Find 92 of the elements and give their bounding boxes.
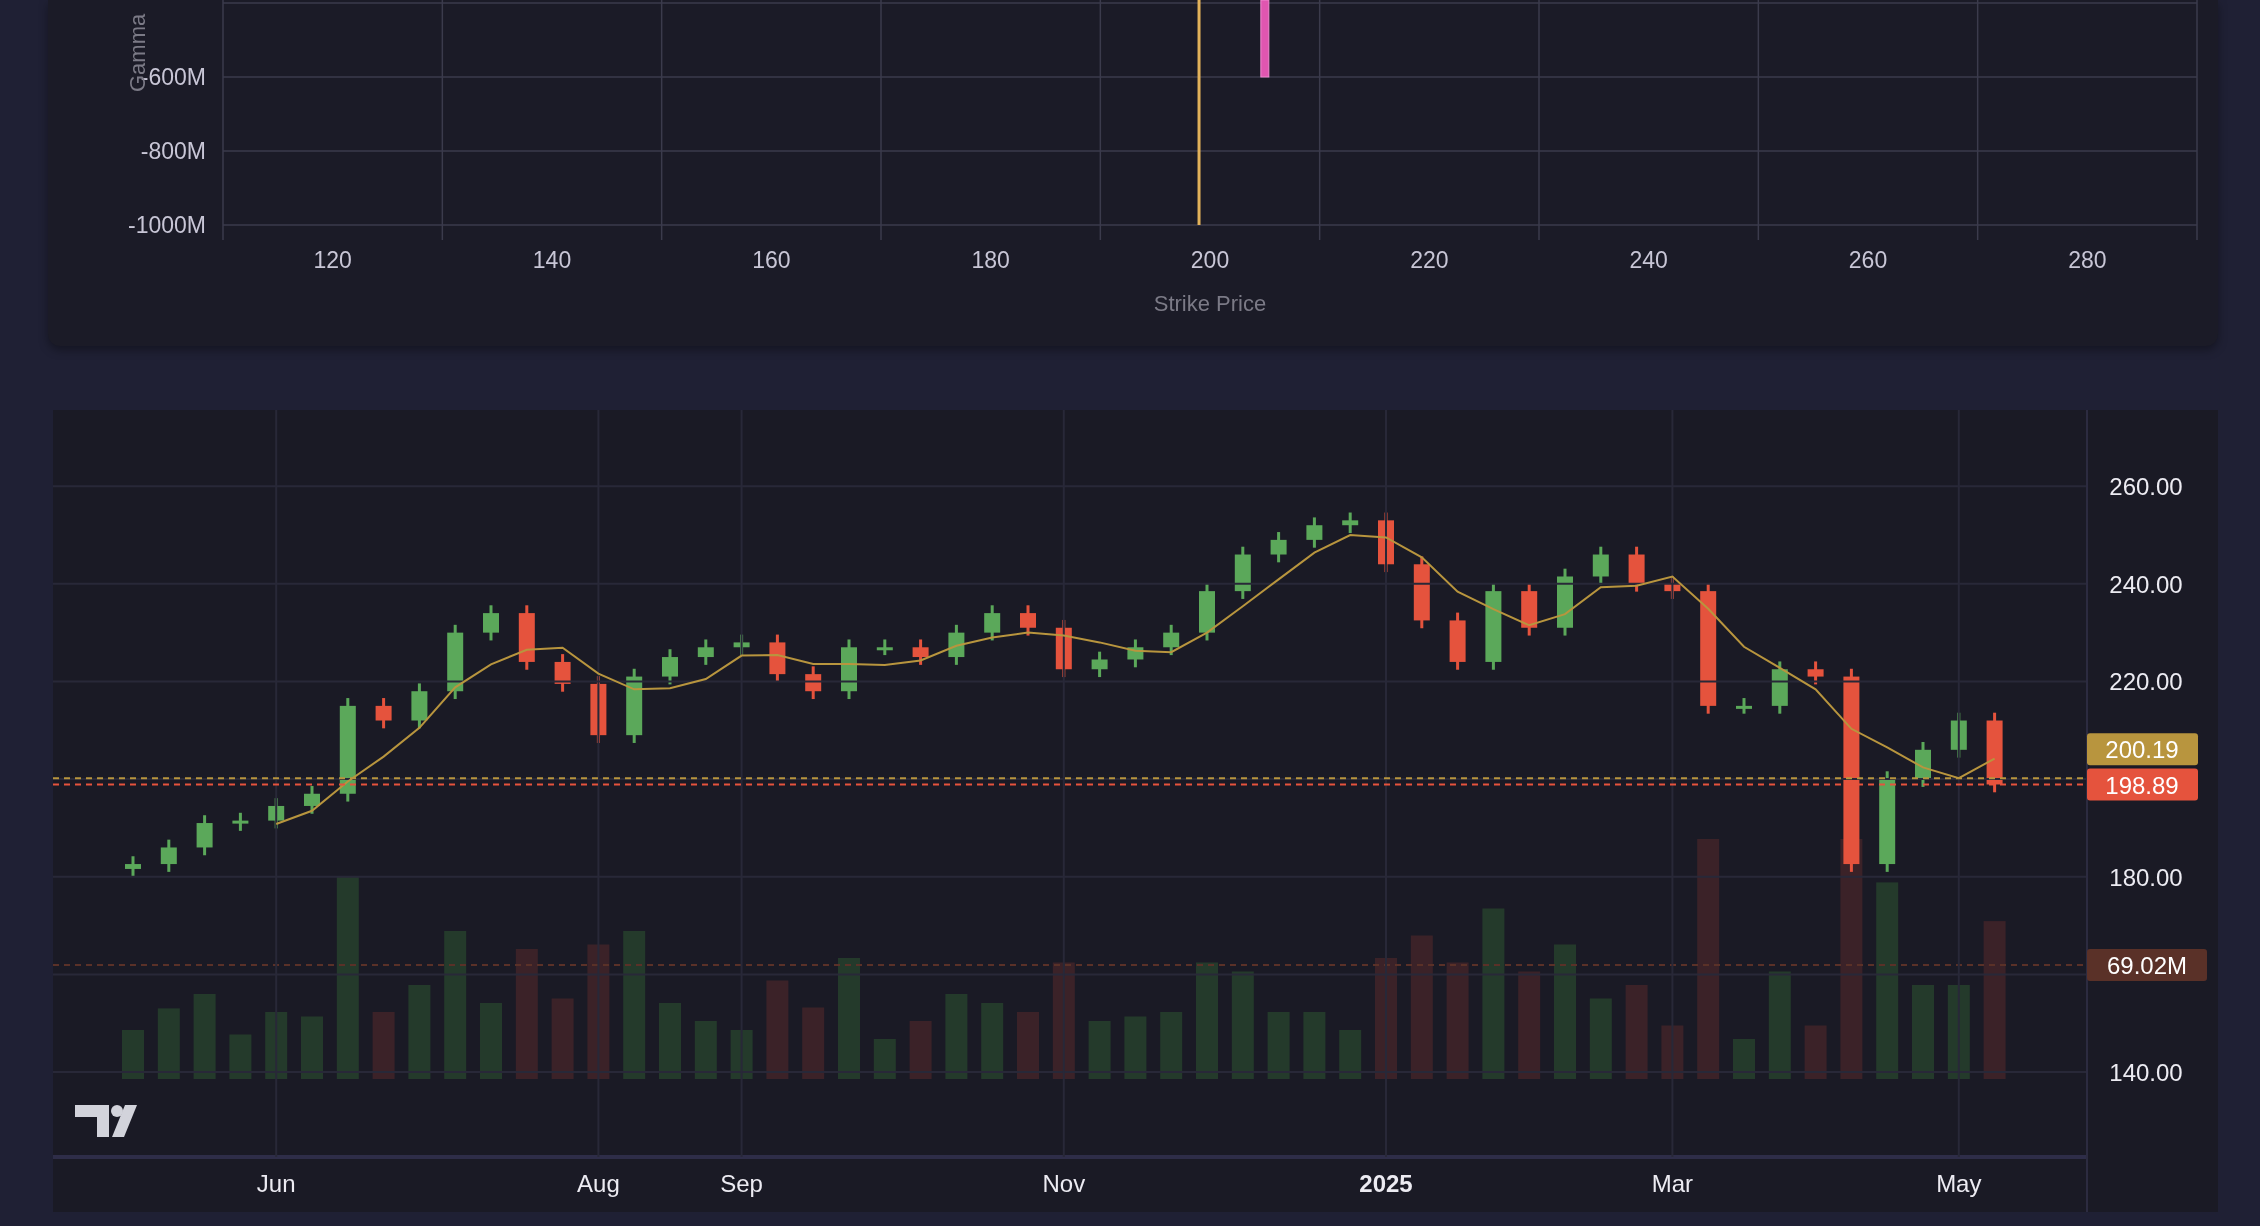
time-axis-label: Jun — [256, 1170, 296, 1197]
candlestick — [1127, 639, 1144, 668]
candlestick — [1915, 742, 1931, 787]
candlestick — [769, 634, 786, 682]
candlestick — [1807, 661, 1824, 685]
axis-tick-label: 160 — [752, 247, 791, 273]
axis-tick-label: 140 — [532, 247, 572, 273]
candlestick — [196, 815, 213, 856]
candlestick — [1521, 583, 1538, 636]
price-axis-label: 220.00 — [2109, 668, 2183, 696]
candlestick — [518, 605, 535, 670]
volume-tag: 69.02M — [2087, 949, 2207, 981]
price-axis-label: 140.00 — [2109, 1059, 2183, 1087]
volume-bar — [1339, 1030, 1362, 1079]
time-axis-label: May — [1936, 1170, 1982, 1197]
candlestick — [984, 605, 1001, 641]
price-axis-label: 240.00 — [2109, 570, 2183, 598]
volume-bar — [372, 1012, 395, 1079]
candlestick — [1557, 568, 1573, 636]
candlestick — [805, 666, 822, 700]
candlestick — [1055, 619, 1072, 678]
candlestick — [733, 634, 750, 656]
time-axis-label: Aug — [577, 1170, 620, 1197]
candlestick — [1091, 651, 1108, 678]
volume-bar — [1124, 1016, 1147, 1079]
candlestick — [1736, 698, 1752, 714]
candlestick — [1378, 512, 1394, 573]
ref-line-label: 200.19 — [2105, 736, 2179, 764]
volume-bar — [1017, 1012, 1039, 1079]
candlestick — [304, 785, 320, 814]
axis-tick-label: 240 — [1629, 247, 1668, 273]
volume-bar — [1733, 1039, 1755, 1079]
candlestick — [1306, 517, 1323, 548]
candlestick — [1020, 605, 1036, 636]
candlestick — [375, 698, 392, 729]
axis-tick-label: 260 — [1848, 247, 1888, 273]
volume-bar — [873, 1039, 896, 1079]
volume-bar — [1088, 1021, 1111, 1079]
candlestick — [1270, 532, 1287, 563]
candlestick — [1628, 546, 1645, 592]
volume-bar — [909, 1021, 932, 1079]
candlestick — [268, 798, 285, 829]
candlestick — [590, 676, 607, 743]
axis-tick-label: -800M — [140, 138, 206, 164]
candlestick — [232, 812, 249, 831]
candlestick — [554, 654, 571, 692]
price-axis-label: 180.00 — [2109, 863, 2183, 891]
candlestick — [1199, 583, 1215, 641]
price-tag: 198.89 — [2087, 768, 2198, 801]
axis-tick-label: 220 — [1410, 247, 1449, 273]
axis-tick-label: 120 — [313, 247, 352, 273]
price-tag: 200.19 — [2087, 733, 2198, 766]
axis-title: Strike Price — [1153, 291, 1267, 316]
volume-bar — [229, 1034, 252, 1079]
logo-icon — [75, 1105, 137, 1137]
volume-bar — [122, 1030, 144, 1079]
time-axis-label: Mar — [1651, 1170, 1694, 1197]
price-axis-label: 260.00 — [2109, 473, 2183, 501]
axis-tick-label: -1000M — [128, 212, 206, 238]
candlestick — [1234, 546, 1251, 599]
candlestick — [1342, 512, 1359, 534]
time-axis-label: 2025 — [1359, 1170, 1413, 1197]
candlestick — [948, 624, 965, 665]
candlestick — [483, 605, 499, 641]
candlestick — [1771, 661, 1788, 714]
volume-bar — [1267, 1012, 1290, 1079]
candlestick — [841, 639, 857, 700]
volume-bar — [694, 1021, 717, 1079]
candlestick — [1664, 576, 1681, 599]
candlestick — [662, 649, 678, 685]
candlestick — [1163, 624, 1180, 656]
candlestick — [912, 639, 929, 665]
time-axis-label: Sep — [720, 1170, 763, 1197]
candlestick — [876, 639, 893, 656]
candlestick — [697, 639, 714, 665]
candlestick — [1950, 712, 1967, 758]
candlestick — [1449, 612, 1466, 670]
axis-tick-label: 180 — [971, 247, 1010, 273]
volume-bar — [1804, 1025, 1827, 1079]
candlestick — [160, 839, 177, 872]
candlestick — [1592, 546, 1609, 585]
ref-line-label: 198.89 — [2105, 771, 2179, 799]
axis-tick-label: 280 — [2068, 247, 2107, 273]
volume-bar — [802, 1007, 825, 1079]
volume-bar — [301, 1016, 323, 1079]
axis-tick-label: 200 — [1190, 247, 1230, 273]
candlestick — [411, 683, 428, 729]
volume-bar — [1303, 1012, 1326, 1079]
candlestick — [125, 856, 141, 877]
volume-bar — [1160, 1012, 1183, 1079]
volume-bar — [157, 1008, 180, 1079]
time-axis-label: Nov — [1042, 1170, 1086, 1197]
